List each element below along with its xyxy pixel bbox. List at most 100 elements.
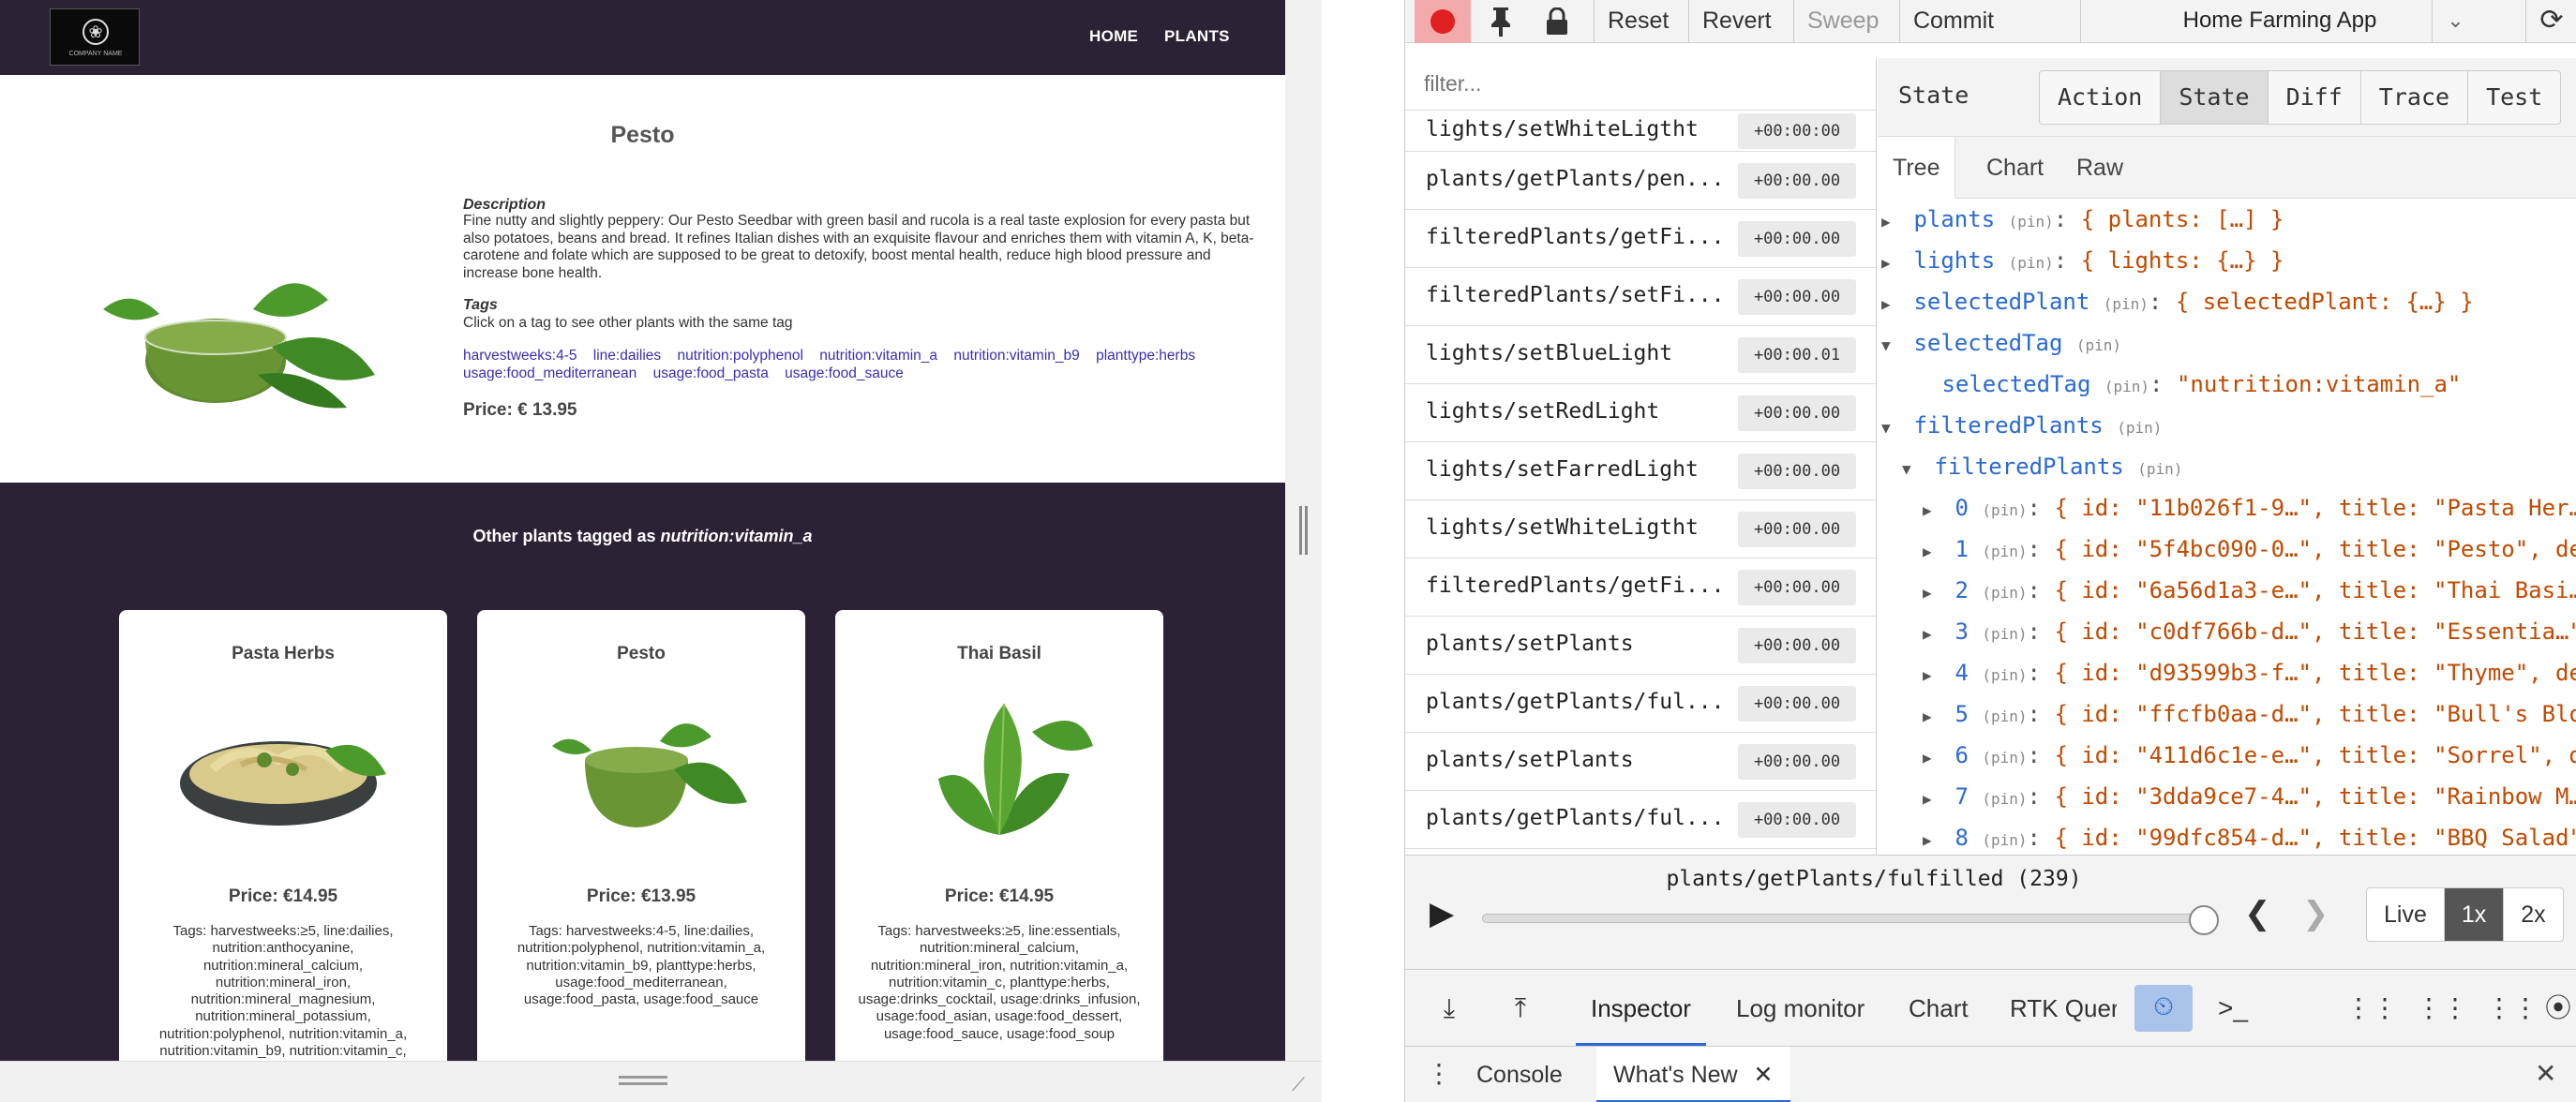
- speed-2x[interactable]: 2x: [2504, 888, 2562, 941]
- action-row[interactable]: plants/getPlants/ful... +00:00.00: [1405, 791, 1876, 849]
- tree-pin[interactable]: (pin): [2104, 378, 2149, 395]
- tree-node[interactable]: ▶ 1 (pin): { id: "5f4bc090-0…", title: "…: [1923, 529, 2576, 570]
- tree-node[interactable]: ▼ selectedTag (pin): [1881, 322, 2121, 364]
- tree-pin[interactable]: (pin): [1982, 707, 2027, 725]
- tree-pin[interactable]: (pin): [1982, 501, 2027, 519]
- action-row[interactable]: lights/setFarredLight +00:00.00: [1405, 442, 1876, 500]
- collapsed-arrow-icon[interactable]: ▶: [1923, 614, 1941, 655]
- action-row[interactable]: lights/setWhiteLigtht +00:00.00: [1405, 500, 1876, 558]
- collapsed-arrow-icon[interactable]: ▶: [1923, 531, 1941, 573]
- tree-pin[interactable]: (pin): [1982, 749, 2027, 767]
- tag-link[interactable]: usage:food_mediterranean: [463, 365, 637, 381]
- speed-1x[interactable]: 1x: [2444, 888, 2505, 941]
- drawer-tab-whats-new[interactable]: What's New ✕: [1596, 1047, 1790, 1102]
- tag-link[interactable]: nutrition:vitamin_b9: [953, 348, 1079, 364]
- tree-node[interactable]: ▶ selectedPlant (pin): { selectedPlant: …: [1881, 281, 2474, 322]
- vertical-splitter[interactable]: [1285, 0, 1322, 1061]
- tab-action[interactable]: Action: [2040, 71, 2162, 124]
- play-icon[interactable]: ▶: [1430, 895, 1454, 932]
- export-icon[interactable]: ⤒: [1497, 987, 1544, 1030]
- company-logo[interactable]: ❀ COMPANY NAME: [50, 8, 140, 66]
- action-row[interactable]: plants/setPlants +00:00.00: [1405, 617, 1876, 675]
- tree-pin[interactable]: (pin): [2009, 254, 2054, 272]
- plant-card[interactable]: Pasta Herbs Price: €14.95 Tags: harvestw…: [119, 610, 447, 1061]
- revert-button[interactable]: Revert: [1688, 0, 1785, 43]
- collapsed-arrow-icon[interactable]: ▶: [1923, 696, 1941, 737]
- chevron-down-icon[interactable]: ⌄: [2432, 0, 2479, 43]
- tree-node[interactable]: ▶ plants (pin): { plants: […] }: [1881, 199, 2284, 240]
- subtab-raw[interactable]: Raw: [2061, 137, 2138, 199]
- next-icon[interactable]: ❯: [2302, 895, 2329, 932]
- drawer-tab-console[interactable]: Console: [1476, 1047, 1563, 1102]
- tree-pin[interactable]: (pin): [1982, 831, 2027, 849]
- sweep-button[interactable]: Sweep: [1793, 0, 1892, 43]
- horizontal-resize-handle-icon[interactable]: [619, 1076, 667, 1087]
- previous-icon[interactable]: ❮: [2244, 895, 2271, 932]
- remote-icon[interactable]: ⦿: [2535, 987, 2576, 1030]
- tab-state[interactable]: State: [2161, 71, 2269, 124]
- pin-button[interactable]: [1473, 0, 1529, 43]
- close-drawer-icon[interactable]: ✕: [2535, 1058, 2556, 1089]
- lock-button[interactable]: [1529, 0, 1585, 43]
- action-row[interactable]: lights/setRedLight +00:00.00: [1405, 384, 1876, 442]
- dock-bottom-icon[interactable]: ⋮⋮: [2486, 987, 2539, 1030]
- tree-pin[interactable]: (pin): [1982, 666, 2027, 684]
- action-row[interactable]: filteredPlants/setFi... +00:00.00: [1405, 268, 1876, 326]
- tree-pin[interactable]: (pin): [2104, 295, 2149, 313]
- filter-input[interactable]: [1405, 58, 1876, 111]
- expanded-arrow-icon[interactable]: ▼: [1902, 449, 1921, 490]
- tree-node[interactable]: ▶ 3 (pin): { id: "c0df766b-d…", title: "…: [1923, 611, 2576, 652]
- tab-log-monitor[interactable]: Log monitor: [1721, 970, 1880, 1047]
- reset-button[interactable]: Reset: [1594, 0, 1682, 43]
- tree-node[interactable]: ▶ 7 (pin): { id: "3dda9ce7-4…", title: "…: [1923, 776, 2576, 817]
- tree-pin[interactable]: (pin): [2117, 419, 2162, 437]
- dock-right-icon[interactable]: ⋮⋮: [2416, 987, 2468, 1030]
- action-row[interactable]: plants/getPlants/pen... +00:00.00: [1405, 152, 1876, 210]
- tree-pin[interactable]: (pin): [2009, 213, 2054, 231]
- tree-node[interactable]: ▶ 8 (pin): { id: "99dfc854-d…", title: "…: [1923, 817, 2576, 855]
- dispatcher-icon[interactable]: >_: [2209, 987, 2256, 1030]
- persist-icon[interactable]: ⏲: [2134, 985, 2193, 1032]
- tree-pin[interactable]: (pin): [1982, 543, 2027, 560]
- action-row[interactable]: plants/getPlants/ful... +00:00.00: [1405, 675, 1876, 733]
- action-row[interactable]: plants/setPlants +00:00.00: [1405, 733, 1876, 791]
- tab-test[interactable]: Test: [2468, 71, 2560, 124]
- tree-node[interactable]: ▶ 2 (pin): { id: "6a56d1a3-e…", title: "…: [1923, 570, 2576, 611]
- action-row[interactable]: lights/setBlueLight +00:00.01: [1405, 326, 1876, 384]
- tree-pin[interactable]: (pin): [1982, 790, 2027, 808]
- timeline-slider-thumb[interactable]: [2189, 905, 2219, 935]
- tree-node[interactable]: selectedTag (pin): "nutrition:vitamin_a": [1902, 364, 2461, 405]
- subtab-chart[interactable]: Chart: [1971, 137, 2059, 199]
- tree-node[interactable]: ▶ 0 (pin): { id: "11b026f1-9…", title: "…: [1923, 487, 2576, 529]
- record-button[interactable]: [1415, 0, 1471, 43]
- expanded-arrow-icon[interactable]: ▼: [1881, 408, 1900, 449]
- speed-live[interactable]: Live: [2367, 888, 2445, 941]
- tab-inspector[interactable]: Inspector: [1576, 970, 1706, 1047]
- tag-link[interactable]: usage:food_pasta: [653, 365, 769, 381]
- tag-link[interactable]: nutrition:vitamin_a: [819, 348, 937, 364]
- tree-node[interactable]: ▶ lights (pin): { lights: {…} }: [1881, 240, 2284, 281]
- action-row[interactable]: filteredPlants/getFi... +00:00.00: [1405, 558, 1876, 617]
- sync-button[interactable]: ⟳: [2525, 0, 2576, 43]
- commit-button[interactable]: Commit: [1899, 0, 2007, 43]
- timeline-slider[interactable]: [1482, 914, 2204, 923]
- tag-link[interactable]: usage:food_sauce: [785, 365, 904, 381]
- action-row[interactable]: filteredPlants/getFi... +00:00.00: [1405, 210, 1876, 268]
- tab-rtk-query[interactable]: RTK Query: [1995, 970, 2117, 1047]
- collapsed-arrow-icon[interactable]: ▶: [1881, 243, 1900, 284]
- tag-link[interactable]: harvestweeks:4-5: [463, 348, 577, 364]
- tag-link[interactable]: line:dailies: [593, 348, 661, 364]
- tree-node[interactable]: ▶ 5 (pin): { id: "ffcfb0aa-d…", title: "…: [1923, 693, 2576, 735]
- tree-pin[interactable]: (pin): [1982, 584, 2027, 602]
- plant-card[interactable]: Pesto Price: €13.95 Tags: harvestweeks:4…: [477, 610, 805, 1061]
- tree-pin[interactable]: (pin): [2076, 336, 2121, 354]
- tree-node[interactable]: ▼ filteredPlants (pin): [1881, 405, 2162, 446]
- splitter-handle-icon[interactable]: [1299, 506, 1308, 555]
- collapsed-arrow-icon[interactable]: ▶: [1923, 737, 1941, 779]
- tag-link[interactable]: nutrition:polyphenol: [678, 348, 803, 364]
- nav-plants-link[interactable]: PLANTS: [1164, 27, 1230, 46]
- tab-diff[interactable]: Diff: [2269, 71, 2361, 124]
- action-row[interactable]: lights/setWhiteLigtht +00:00:00: [1405, 111, 1876, 152]
- tree-node[interactable]: ▼ filteredPlants (pin): [1902, 446, 2182, 487]
- collapsed-arrow-icon[interactable]: ▶: [1923, 490, 1941, 531]
